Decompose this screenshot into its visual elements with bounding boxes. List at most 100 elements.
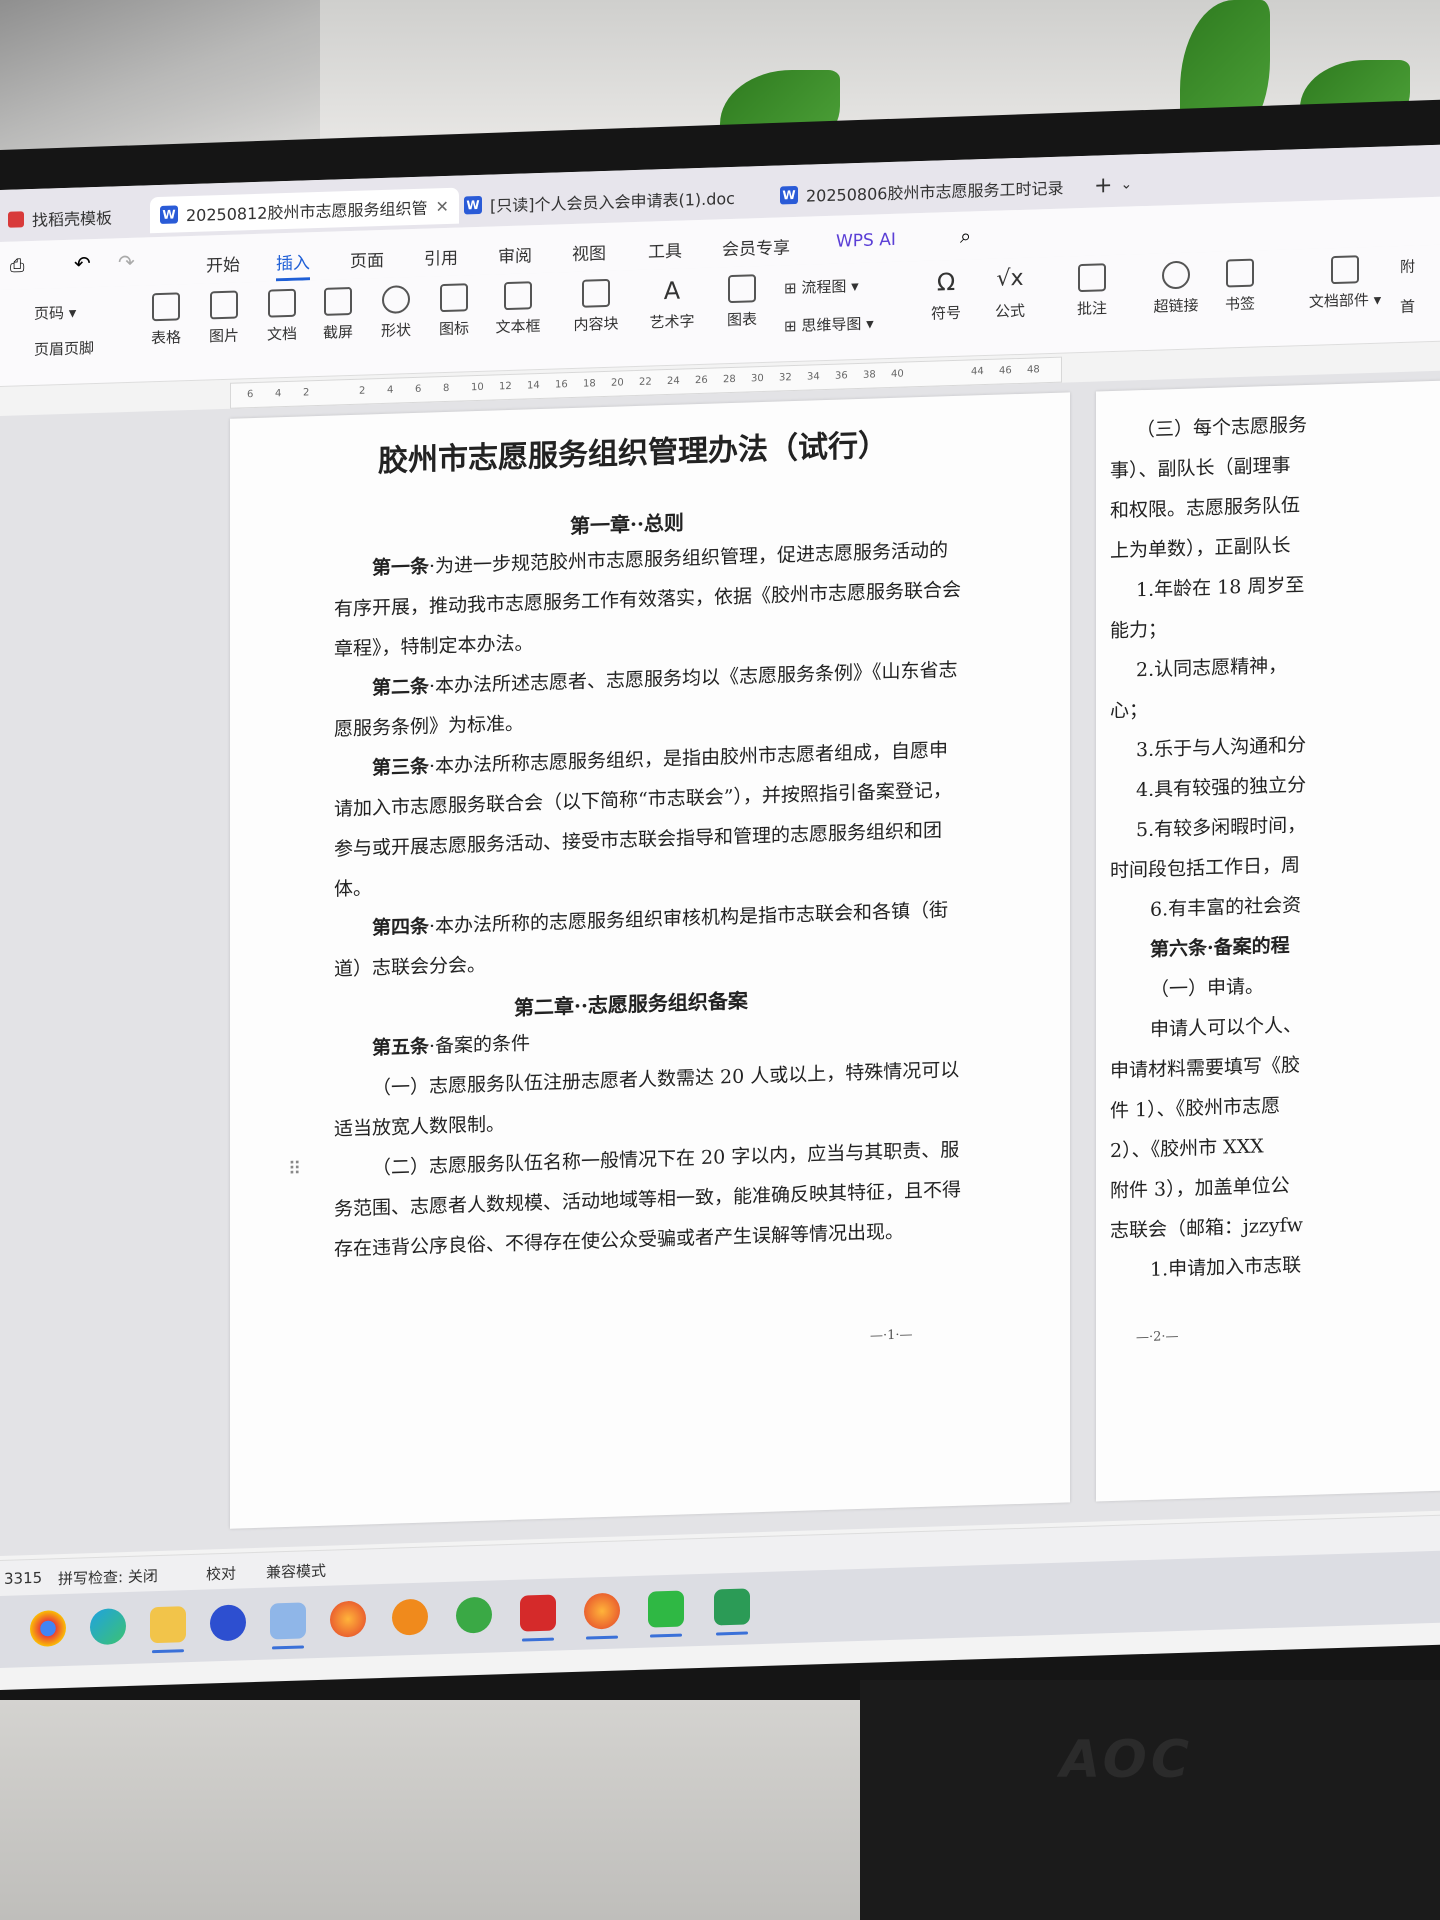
menu-wps-ai[interactable]: WPS AI [836, 230, 896, 252]
document-page-2[interactable]: （三）每个志愿服务 事）、副队长（副理事 和权限。志愿服务队伍 上为单数），正副… [1096, 378, 1440, 1502]
button-label: 图片 [208, 326, 239, 346]
article-1: 第一条·为进一步规范胶州市志愿服务组织管理，促进志愿服务活动的有序开展，推动我市… [334, 530, 964, 670]
article-text: ·本办法所称的志愿服务组织审核机构是指市志联会和各镇（街道）志联会分会。 [334, 899, 949, 981]
ruler-tick: 12 [499, 380, 512, 393]
mindmap-icon: ⊞ [784, 316, 797, 336]
tab-application-form[interactable]: W [只读]个人会员入会申请表(1).doc [464, 179, 735, 224]
attachment-button[interactable]: 附 [1400, 256, 1415, 277]
doc-parts-button[interactable]: 文档部件 ▾ [1300, 254, 1390, 312]
textbox-button[interactable]: 文本框 [488, 281, 548, 338]
article-heading: 第二条 [372, 675, 430, 700]
table-button[interactable]: 表格 [136, 292, 196, 349]
tab-hours-record[interactable]: W 20250806胶州市志愿服务工时记录 [780, 169, 1063, 214]
word-count[interactable]: 3315 [4, 1569, 42, 1588]
button-label: 附 [1400, 257, 1416, 277]
shape-button[interactable]: 形状 [366, 285, 426, 342]
icon-button[interactable]: 图标 [424, 283, 484, 340]
spell-check-toggle[interactable]: 拼写检查: 关闭 [58, 1565, 158, 1589]
screenshot-icon [324, 286, 352, 316]
menu-page[interactable]: 页面 [350, 246, 384, 272]
header-footer-button[interactable]: 页眉页脚 [34, 337, 94, 360]
button-label: 内容块 [573, 314, 619, 334]
ruler-tick: 8 [443, 382, 450, 395]
docer-icon [8, 211, 24, 228]
edge-icon[interactable] [90, 1608, 126, 1646]
button-label: 文档 [266, 324, 297, 344]
bookmark-button[interactable]: 书签 [1210, 258, 1270, 315]
photos-icon[interactable] [270, 1602, 306, 1640]
chart-icon [728, 274, 756, 304]
wechat-icon[interactable] [648, 1590, 684, 1628]
screenshot-button[interactable]: 截屏 [308, 286, 368, 343]
content-block-button[interactable]: 内容块 [566, 278, 626, 335]
tab-management-doc[interactable]: W 20250812胶州市志愿服务组织管 ✕ [150, 187, 459, 234]
chrome-icon[interactable] [30, 1609, 66, 1648]
wordart-button[interactable]: A 艺术字 [642, 276, 702, 333]
monitor-screen: 找稻壳模板 W 20250812胶州市志愿服务组织管 ✕ W [只读]个人会员入… [0, 144, 1440, 1690]
button-label: 公式 [994, 301, 1025, 321]
table-icon [152, 292, 180, 322]
remote-icon[interactable] [714, 1588, 750, 1626]
formula-button[interactable]: √x 公式 [980, 265, 1040, 322]
firefox-icon[interactable] [330, 1600, 366, 1638]
word-doc-icon: W [464, 195, 482, 215]
document-button[interactable]: 文档 [252, 288, 312, 345]
new-tab-button[interactable]: + ⌄ [1094, 166, 1132, 203]
search-icon[interactable] [392, 1598, 428, 1636]
flowchart-icon: ⊞ [784, 278, 797, 298]
app-icon[interactable] [210, 1604, 246, 1642]
menu-insert[interactable]: 插入 [276, 248, 310, 282]
button-label: 截屏 [322, 322, 353, 342]
document-page-1[interactable]: 胶州市志愿服务组织管理办法（试行） 第一章··总则 第一条·为进一步规范胶州市志… [230, 392, 1070, 1529]
chapter-heading-1: 第一章··总则 [570, 510, 684, 539]
search-icon[interactable]: ⌕ [960, 223, 971, 247]
picture-button[interactable]: 图片 [194, 290, 254, 347]
ruler-tick: 32 [779, 372, 792, 384]
button-label: 艺术字 [649, 312, 695, 332]
chart-button[interactable]: 图表 [712, 274, 772, 331]
symbol-button[interactable]: Ω 符号 [916, 267, 976, 324]
first-letter-button[interactable]: 首 [1400, 296, 1415, 317]
document-icon [268, 288, 296, 318]
ruler-tick: 16 [555, 379, 568, 391]
file-explorer-icon[interactable] [150, 1606, 186, 1644]
flowchart-button[interactable]: ⊞ 流程图 ▾ [784, 275, 859, 298]
proofread-button[interactable]: 校对 [206, 1563, 236, 1585]
page-number: —·1·— [870, 1327, 913, 1344]
article-heading: 第五条 [372, 1035, 430, 1060]
firefox-icon[interactable] [584, 1592, 620, 1630]
article-3: 第三条·本办法所称志愿服务组织，是指由胶州市志愿者组成，自愿申请加入市志愿服务联… [334, 730, 964, 910]
drag-handle-icon[interactable]: ⠿ [288, 1159, 301, 1180]
ruler-tick: 18 [583, 378, 596, 390]
bookmark-icon [1226, 258, 1254, 288]
article-heading: 第一条 [372, 555, 430, 580]
menu-review[interactable]: 审阅 [498, 241, 532, 267]
mindmap-button[interactable]: ⊞ 思维导图 ▾ [784, 313, 874, 337]
article-heading: 第四条 [372, 915, 430, 940]
menu-member[interactable]: 会员专享 [722, 233, 790, 260]
menu-home[interactable]: 开始 [206, 250, 240, 276]
close-icon[interactable]: ✕ [435, 196, 448, 215]
ie-icon[interactable] [456, 1596, 492, 1634]
menu-references[interactable]: 引用 [424, 244, 458, 270]
comment-button[interactable]: 批注 [1062, 263, 1122, 320]
hyperlink-button[interactable]: 超链接 [1146, 260, 1206, 317]
tab-docer[interactable]: 找稻壳模板 [8, 198, 112, 237]
ruler-tick: 4 [387, 384, 394, 396]
monitor-stand [860, 1680, 1440, 1920]
plus-icon: + [1094, 172, 1113, 199]
button-label: 首 [1400, 297, 1416, 317]
undo-icon[interactable]: ↶ [74, 251, 91, 276]
menu-view[interactable]: 视图 [572, 239, 606, 265]
shape-icon [382, 285, 410, 314]
chapter-heading-2: 第二章··志愿服务组织备案 [514, 988, 748, 1020]
button-label: 形状 [380, 321, 411, 341]
print-icon[interactable]: ⎙ [10, 255, 24, 276]
page-number-button[interactable]: 页码 ▾ [34, 302, 76, 324]
ruler-tick: 40 [891, 368, 904, 380]
picture-icon [210, 290, 238, 320]
redo-icon[interactable]: ↷ [118, 250, 135, 275]
menu-tools[interactable]: 工具 [648, 237, 682, 263]
wps-icon[interactable] [520, 1594, 556, 1632]
button-label: 表格 [150, 328, 181, 348]
